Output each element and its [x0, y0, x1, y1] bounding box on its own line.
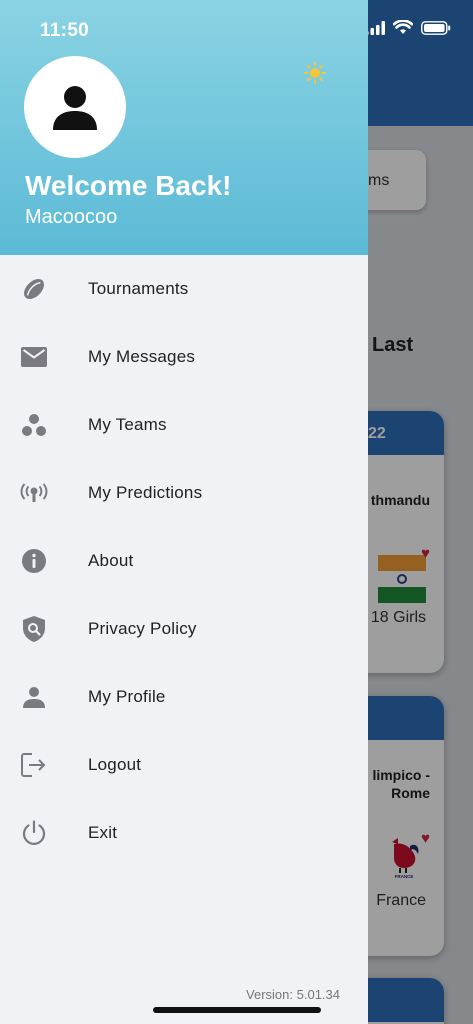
menu-item-label: Tournaments	[88, 279, 189, 298]
cellular-signal-icon	[365, 20, 385, 35]
menu-item-label: My Profile	[88, 687, 166, 706]
rugby-ball-icon	[20, 276, 48, 302]
menu-item-label: My Predictions	[88, 483, 203, 502]
menu-item-label: My Messages	[88, 347, 196, 366]
menu-item-tournaments[interactable]: Tournaments	[0, 255, 368, 323]
person-icon	[20, 684, 48, 710]
battery-icon	[421, 20, 451, 35]
menu-item-my-profile[interactable]: My Profile	[0, 663, 368, 731]
mail-icon	[20, 344, 48, 370]
navigation-drawer: 11:50 Welcome Back! Macoocoo Tournaments…	[0, 0, 368, 1024]
menu-item-my-predictions[interactable]: My Predictions	[0, 459, 368, 527]
menu-item-label: Logout	[88, 755, 142, 774]
menu-item-label: About	[88, 551, 134, 570]
info-icon	[20, 548, 48, 574]
home-indicator[interactable]	[153, 1007, 321, 1013]
menu-item-about[interactable]: About	[0, 527, 368, 595]
menu-item-label: My Teams	[88, 415, 167, 434]
drawer-header: 11:50 Welcome Back! Macoocoo	[0, 0, 368, 255]
menu-item-label: Exit	[88, 823, 118, 842]
drawer-menu: Tournaments My Messages My Teams My Pred…	[0, 255, 368, 867]
sun-icon[interactable]	[304, 62, 326, 84]
group-dots-icon	[20, 412, 48, 438]
menu-item-logout[interactable]: Logout	[0, 731, 368, 799]
welcome-title: Welcome Back!	[25, 170, 232, 201]
menu-item-exit[interactable]: Exit	[0, 799, 368, 867]
status-bar-icons	[365, 20, 451, 35]
broadcast-icon	[20, 480, 48, 506]
status-time: 11:50	[40, 20, 90, 41]
menu-item-privacy-policy[interactable]: Privacy Policy	[0, 595, 368, 663]
avatar[interactable]	[24, 56, 126, 158]
username: Macoocoo	[25, 206, 118, 228]
menu-item-my-messages[interactable]: My Messages	[0, 323, 368, 391]
person-icon	[53, 86, 97, 130]
menu-item-my-teams[interactable]: My Teams	[0, 391, 368, 459]
app-version: Version: 5.01.34	[246, 987, 340, 1002]
wifi-icon	[393, 20, 413, 34]
shield-search-icon	[20, 616, 48, 642]
menu-item-label: Privacy Policy	[88, 619, 197, 638]
logout-icon	[20, 752, 48, 778]
power-icon	[20, 820, 48, 846]
